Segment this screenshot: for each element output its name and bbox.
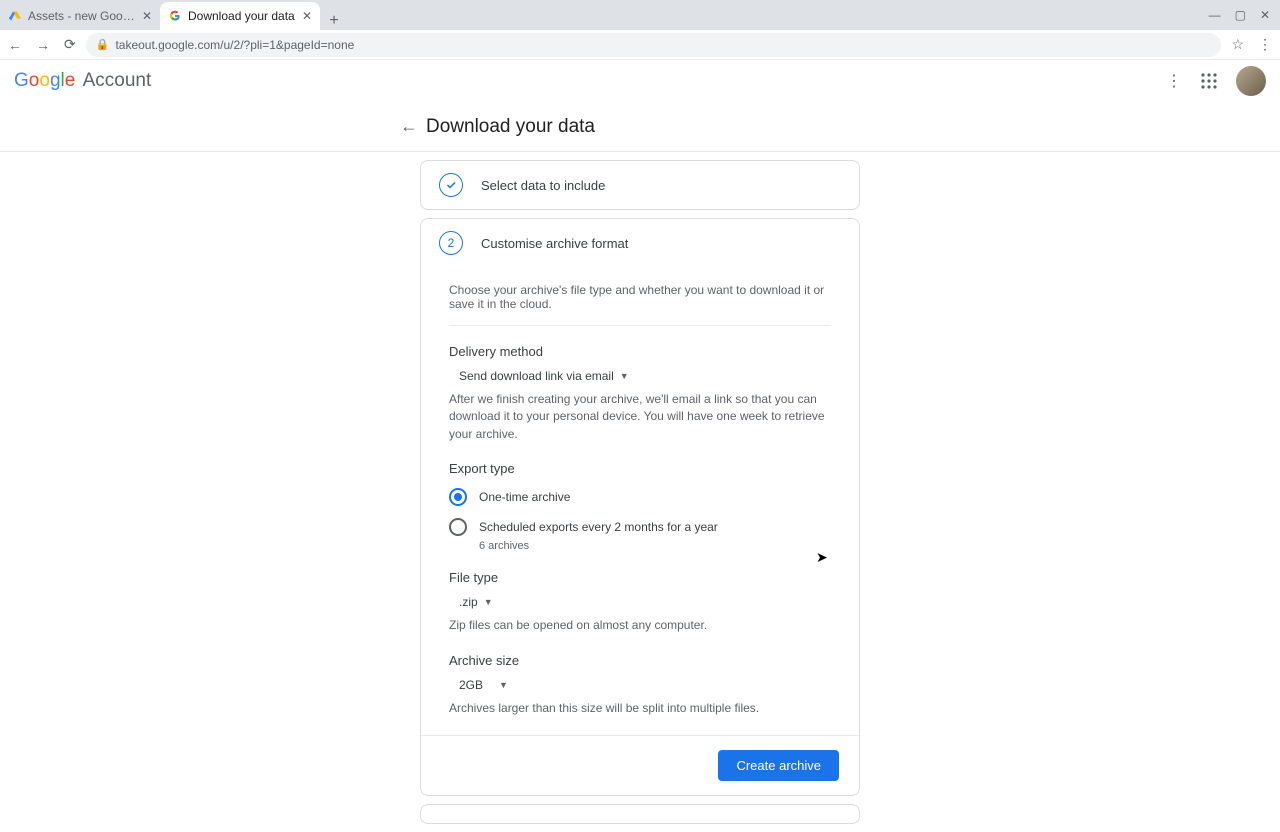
file-type-value: .zip [459,595,478,609]
check-icon [439,173,463,197]
close-icon[interactable]: ✕ [302,9,312,23]
browser-tab-strip: Assets - new Google Sites - Goo ✕ Downlo… [0,0,1280,30]
radio-icon-checked [449,488,467,506]
url-input[interactable]: 🔒 takeout.google.com/u/2/?pli=1&pageId=n… [86,33,1222,57]
browser-tab-active[interactable]: Download your data ✕ [160,2,320,30]
lock-icon: 🔒 [96,38,110,51]
archive-size-hint: Archives larger than this size will be s… [449,700,831,717]
reload-icon[interactable]: ⟳ [64,36,76,53]
delivery-method-hint: After we finish creating your archive, w… [449,391,831,443]
step2-title: Customise archive format [481,236,628,251]
page-title-bar: ← Download your data [0,102,1280,152]
archive-size-dropdown[interactable]: 2GB ▼ [459,678,508,692]
minimize-icon[interactable]: — [1209,8,1221,22]
export-type-option-onetime[interactable]: One-time archive [449,488,831,506]
step1-title: Select data to include [481,178,605,193]
tab-title: Download your data [188,9,298,23]
more-icon[interactable]: ⋮ [1166,71,1182,91]
archive-size-value: 2GB [459,678,483,692]
step2-intro: Choose your archive's file type and whet… [449,267,831,326]
export-type-option2-sub: 6 archives [479,540,831,552]
radio-icon-unchecked [449,518,467,536]
export-type-label: Export type [449,461,831,476]
page-back-icon[interactable]: ← [400,116,418,137]
browser-menu-icon[interactable]: ⋮ [1258,36,1272,53]
maximize-icon[interactable]: ▢ [1235,8,1246,22]
file-type-label: File type [449,570,831,585]
step1-card[interactable]: Select data to include [420,160,860,210]
forward-icon[interactable]: → [36,37,50,53]
window-controls: — ▢ ✕ [1199,0,1280,30]
main-content: Select data to include 2 Customise archi… [0,152,1280,832]
close-icon[interactable]: ✕ [142,9,152,23]
chevron-down-icon: ▼ [620,371,629,381]
create-archive-button[interactable]: Create archive [718,750,839,781]
step3-card-peek [420,804,860,824]
chevron-down-icon: ▼ [499,680,508,690]
browser-tab-inactive[interactable]: Assets - new Google Sites - Goo ✕ [0,2,160,30]
close-window-icon[interactable]: ✕ [1260,8,1270,22]
file-type-dropdown[interactable]: .zip ▼ [459,595,493,609]
page-title: Download your data [426,116,595,138]
drive-icon [8,9,22,23]
google-favicon [168,9,182,23]
export-type-option2-label: Scheduled exports every 2 months for a y… [479,520,718,534]
chevron-down-icon: ▼ [484,597,493,607]
export-type-option1-label: One-time archive [479,490,570,504]
step2-card: 2 Customise archive format Choose your a… [420,218,860,796]
back-icon[interactable]: ← [8,37,22,53]
browser-address-bar: ← → ⟳ 🔒 takeout.google.com/u/2/?pli=1&pa… [0,30,1280,60]
apps-grid-icon[interactable] [1200,72,1218,90]
avatar[interactable] [1236,66,1266,96]
export-type-option-scheduled[interactable]: Scheduled exports every 2 months for a y… [449,518,831,536]
new-tab-button[interactable]: + [320,12,348,30]
delivery-method-value: Send download link via email [459,369,614,383]
delivery-method-dropdown[interactable]: Send download link via email ▼ [459,369,629,383]
delivery-method-label: Delivery method [449,344,831,359]
archive-size-label: Archive size [449,653,831,668]
star-icon[interactable]: ☆ [1231,36,1244,53]
tab-title: Assets - new Google Sites - Goo [28,9,138,23]
file-type-hint: Zip files can be opened on almost any co… [449,617,831,634]
google-account-logo[interactable]: Google Account [14,70,151,92]
app-header: Google Account ⋮ [0,60,1280,102]
step-number-badge: 2 [439,231,463,255]
url-text: takeout.google.com/u/2/?pli=1&pageId=non… [115,38,354,52]
